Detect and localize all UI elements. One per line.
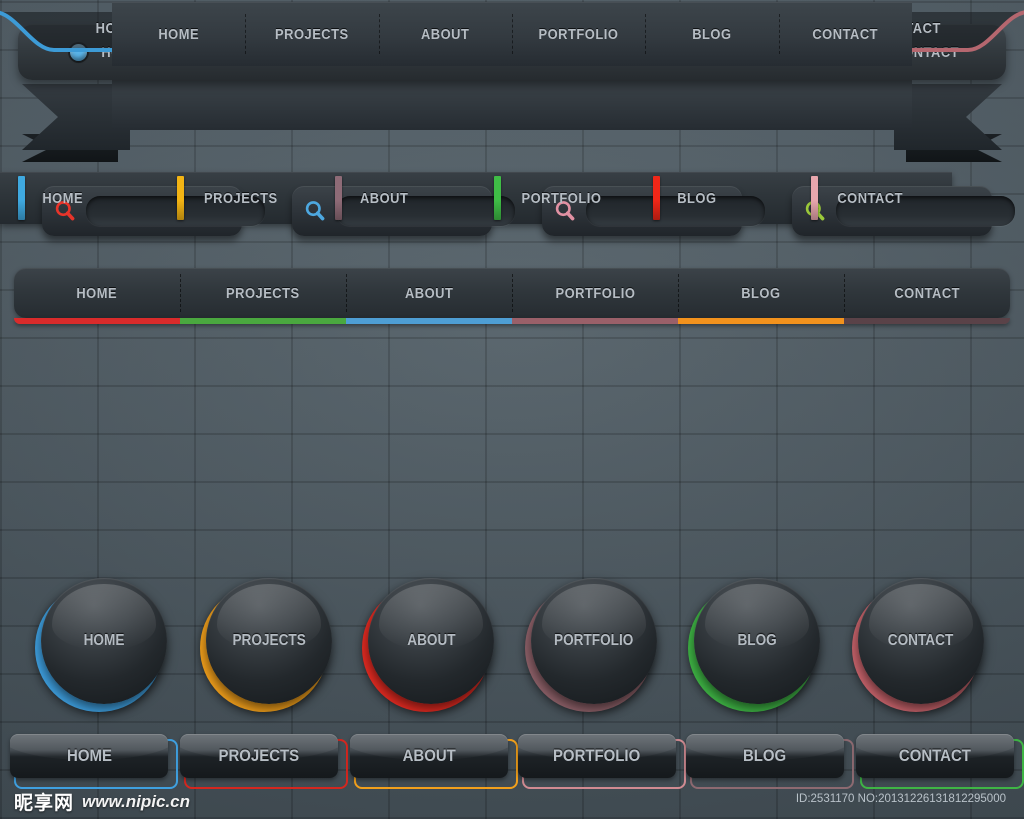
accent-bar (811, 176, 819, 220)
circle-button-projects[interactable]: PROJECTS (200, 578, 334, 712)
ribbon-navbar-item-label: HOME (158, 25, 200, 43)
ribbon-navbar-item-projects[interactable]: PROJECTS (245, 2, 378, 66)
rect-button-label: PORTFOLIO (553, 746, 641, 765)
ribbon-navbar-item-portfolio[interactable]: PORTFOLIO (511, 2, 645, 66)
ribbon-navbar-item-contact[interactable]: CONTACT (778, 2, 912, 66)
rect-button-face: ABOUT (350, 734, 508, 778)
vertical-accent-navbar: HOME PROJECTS ABOUT PORTFOLIO BLOG CONTACT (0, 172, 952, 224)
rect-button-blog[interactable]: BLOG (686, 734, 854, 789)
accent-navbar-item-blog[interactable]: BLOG (635, 172, 794, 224)
segment-navbar-item-home[interactable]: HOME (14, 268, 180, 318)
segmented-navbar: HOME PROJECTS ABOUT PORTFOLIO BLOG CONTACT (14, 268, 1010, 318)
segment-color-strip (346, 318, 512, 324)
segment-navbar-item-about[interactable]: ABOUT (346, 268, 512, 318)
rect-button-face: HOME (10, 734, 168, 778)
ribbon-navbar-item-about[interactable]: ABOUT (378, 2, 512, 66)
circle-button-blog[interactable]: BLOG (688, 578, 822, 712)
circle-button-home[interactable]: HOME (35, 578, 169, 712)
accent-navbar-item-contact[interactable]: CONTACT (793, 172, 952, 224)
rect-button-face: PROJECTS (180, 734, 338, 778)
circle-button-label: CONTACT (888, 632, 954, 649)
ribbon-navbar-item-label: ABOUT (421, 25, 470, 43)
ribbon-navbar-items: HOME PROJECTS ABOUT PORTFOLIO BLOG CONTACT (112, 2, 912, 66)
segment-navbar-item-label: HOME (76, 284, 118, 302)
ribbon-navbar-item-label: PORTFOLIO (538, 25, 619, 43)
circle-button-face: HOME (41, 578, 167, 704)
accent-navbar-item-label: PROJECTS (203, 189, 278, 207)
image-id-text: ID:2531170 NO:20131226131812295000 (795, 793, 1006, 805)
segment-navbar-item-projects[interactable]: PROJECTS (180, 268, 346, 318)
accent-navbar-item-label: HOME (42, 189, 84, 207)
ribbon-navbar-item-label: BLOG (692, 25, 732, 43)
rect-button-label: HOME (66, 746, 112, 765)
circle-button-face: PROJECTS (206, 578, 332, 704)
rect-button-face: CONTACT (856, 734, 1014, 778)
rect-button-about[interactable]: ABOUT (350, 734, 518, 789)
segment-navbar-item-label: ABOUT (404, 284, 454, 302)
accent-bar (494, 176, 502, 220)
ribbon-navbar-item-blog[interactable]: BLOG (645, 2, 778, 66)
rect-button-label: CONTACT (898, 746, 972, 765)
circle-button-face: PORTFOLIO (531, 578, 657, 704)
segment-color-strip (678, 318, 844, 324)
ribbon-navbar-item-home[interactable]: HOME (112, 2, 245, 66)
segment-navbar-item-portfolio[interactable]: PORTFOLIO (512, 268, 678, 318)
segment-navbar-item-label: PORTFOLIO (555, 284, 635, 302)
circle-button-label: PORTFOLIO (554, 632, 634, 649)
circle-button-face: BLOG (694, 578, 820, 704)
rect-button-contact[interactable]: CONTACT (856, 734, 1024, 789)
accent-navbar-item-label: CONTACT (837, 189, 904, 207)
rect-button-face: BLOG (686, 734, 844, 778)
segment-navbar-item-contact[interactable]: CONTACT (844, 268, 1010, 318)
ribbon-navbar-item-label: CONTACT (812, 25, 879, 43)
segment-color-strip (512, 318, 678, 324)
segment-navbar-item-label: BLOG (741, 284, 781, 302)
accent-navbar-item-label: BLOG (676, 189, 717, 207)
circle-button-portfolio[interactable]: PORTFOLIO (525, 578, 659, 712)
accent-navbar-item-about[interactable]: ABOUT (317, 172, 476, 224)
watermark-logo-text: 昵享网 (14, 792, 75, 814)
accent-navbar-item-projects[interactable]: PROJECTS (159, 172, 318, 224)
accent-bar (652, 176, 660, 220)
ui-kit-canvas: HOME PROJECTS ABOUT PORTFOLIO BLOG CONTACT HO… (0, 0, 1024, 819)
segment-navbar-item-blog[interactable]: BLOG (678, 268, 844, 318)
rect-button-label: PROJECTS (218, 746, 300, 765)
accent-navbar-item-label: PORTFOLIO (521, 189, 602, 207)
segment-color-strip (180, 318, 346, 324)
ribbon-navbar-item-label: PROJECTS (275, 25, 349, 43)
circle-button-label: PROJECTS (232, 632, 306, 649)
rect-button-portfolio[interactable]: PORTFOLIO (518, 734, 686, 789)
segment-color-strip (14, 318, 180, 324)
circle-button-face: ABOUT (368, 578, 494, 704)
segment-color-strip (844, 318, 1010, 324)
circle-button-about[interactable]: ABOUT (362, 578, 496, 712)
rect-button-label: BLOG (743, 746, 787, 765)
circle-button-face: CONTACT (858, 578, 984, 704)
circle-button-label: HOME (83, 632, 125, 649)
watermark: 昵享网 www.nipic.cn (14, 788, 190, 815)
circle-button-label: ABOUT (406, 632, 456, 649)
circle-button-contact[interactable]: CONTACT (852, 578, 986, 712)
watermark-url: www.nipic.cn (82, 791, 191, 811)
rect-button-home[interactable]: HOME (10, 734, 178, 789)
rect-button-face: PORTFOLIO (518, 734, 676, 778)
circle-button-label: BLOG (737, 632, 777, 649)
segment-navbar-item-label: CONTACT (894, 284, 960, 302)
segmented-navbar-color-strip (14, 318, 1010, 324)
rect-button-projects[interactable]: PROJECTS (180, 734, 348, 789)
accent-navbar-item-home[interactable]: HOME (0, 172, 159, 224)
accent-navbar-item-portfolio[interactable]: PORTFOLIO (476, 172, 635, 224)
accent-bar (335, 176, 343, 220)
segment-navbar-item-label: PROJECTS (226, 284, 300, 302)
accent-bar (176, 176, 184, 220)
accent-bar (18, 176, 25, 220)
accent-navbar-item-label: ABOUT (360, 189, 409, 207)
rect-button-label: ABOUT (402, 746, 456, 765)
